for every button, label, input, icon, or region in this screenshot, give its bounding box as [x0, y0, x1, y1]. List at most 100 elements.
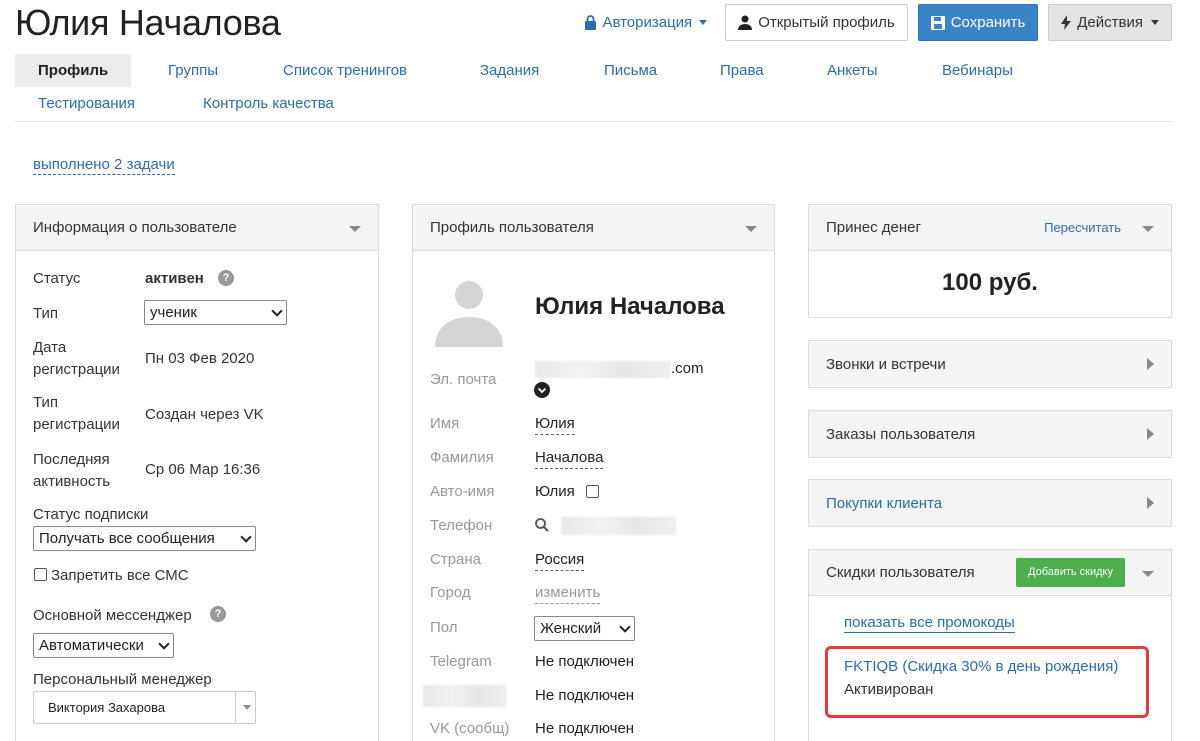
tab-profile[interactable]: Профиль	[15, 54, 132, 87]
type-select-value: ученик	[150, 304, 197, 321]
reg-date-value: Пн 03 Фев 2020	[145, 350, 255, 367]
panel-title: Заказы пользователя	[826, 425, 976, 443]
tab-tasks[interactable]: Задания	[457, 54, 562, 87]
last-name-value[interactable]: Началова	[535, 448, 604, 469]
collapse-icon	[745, 226, 757, 232]
user-icon	[738, 15, 753, 30]
tab-testing[interactable]: Тестирования	[15, 87, 158, 120]
manager-select-value: Виктория Захарова	[48, 700, 166, 715]
tabs-bar: Профиль Группы Список тренингов Задания …	[15, 54, 1172, 122]
gender-label: Пол	[430, 619, 458, 636]
open-profile-label: Открытый профиль	[758, 14, 895, 31]
search-icon[interactable]	[535, 518, 549, 532]
expand-icon	[1147, 428, 1154, 440]
tab-rights[interactable]: Права	[697, 54, 787, 87]
panel-title: Профиль пользователя	[430, 219, 594, 236]
subscription-label: Статус подписки	[33, 506, 149, 523]
calls-panel[interactable]: Звонки и встречи	[808, 340, 1172, 388]
first-name-value[interactable]: Юлия	[535, 414, 575, 435]
panel-title[interactable]: Покупки клиента	[826, 495, 942, 512]
page-title: Юлия Началова	[15, 2, 281, 43]
reg-type-label: Тип регистрации	[33, 394, 120, 433]
messenger-label: Основной мессенджер	[33, 607, 192, 624]
avatar-placeholder-icon	[430, 269, 508, 347]
money-panel: Принес денег Пересчитать 100 руб.	[808, 204, 1172, 318]
chevron-down-icon	[699, 20, 708, 25]
tab-groups[interactable]: Группы	[145, 54, 241, 87]
gender-select-value: Женский	[540, 620, 602, 637]
promo-status: Активирован	[844, 681, 934, 698]
reg-date-label: Дата регистрации	[33, 339, 120, 378]
chevron-down-icon	[158, 637, 170, 650]
profile-panel: Профиль пользователя Юлия Началова Эл. п…	[412, 204, 775, 741]
status-label: Статус	[33, 270, 81, 287]
country-label: Страна	[430, 551, 482, 568]
recalculate-link[interactable]: Пересчитать	[1044, 220, 1121, 235]
type-label: Тип	[33, 305, 59, 322]
last-activity-value[interactable]: Ср 06 Мар 16:36	[145, 459, 260, 481]
type-select[interactable]: ученик	[144, 300, 287, 325]
purchases-header[interactable]: Покупки клиента	[809, 480, 1171, 526]
chevron-circle-icon[interactable]	[534, 382, 550, 398]
auto-name-checkbox[interactable]	[586, 485, 599, 498]
discounts-header[interactable]: Скидки пользователя Добавить скидку	[809, 550, 1171, 596]
gender-select[interactable]: Женский	[534, 616, 635, 641]
panel-title: Информация о пользователе	[33, 219, 237, 236]
add-discount-button[interactable]: Добавить скидку	[1016, 558, 1125, 587]
manager-dropdown-toggle[interactable]	[235, 692, 251, 723]
discounts-panel: Скидки пользователя Добавить скидку пока…	[808, 549, 1172, 741]
help-icon[interactable]: ?	[210, 606, 226, 622]
tab-letters[interactable]: Письма	[581, 54, 680, 87]
telegram-label: Telegram	[430, 653, 492, 670]
last-activity-label: Последняя активность	[33, 451, 111, 490]
tab-trainings[interactable]: Список тренингов	[260, 54, 430, 87]
email-label: Эл. почта	[430, 371, 497, 388]
tasks-completed-link[interactable]: выполнено 2 задачи	[33, 156, 175, 175]
chevron-down-icon	[240, 530, 252, 543]
first-name-label: Имя	[430, 415, 460, 432]
bolt-icon	[1061, 15, 1072, 30]
city-label: Город	[430, 584, 471, 601]
tab-quality-control[interactable]: Контроль качества	[180, 87, 357, 120]
collapse-icon	[1142, 571, 1154, 577]
hidden-label-redacted	[423, 685, 507, 707]
panel-title: Принес денег	[826, 219, 921, 236]
profile-header[interactable]: Профиль пользователя	[413, 205, 774, 251]
orders-panel[interactable]: Заказы пользователя	[808, 410, 1172, 458]
country-value[interactable]: Россия	[535, 550, 585, 571]
auth-link[interactable]: Авторизация	[584, 14, 708, 31]
promo-code-link[interactable]: FKTIQB (Скидка 30% в день рождения)	[844, 658, 1118, 675]
tab-webinars[interactable]: Вебинары	[919, 54, 1036, 87]
vk-label: VK (сообщ)	[430, 720, 510, 737]
open-profile-button[interactable]: Открытый профиль	[725, 4, 908, 41]
email-redacted	[535, 361, 671, 378]
purchases-panel[interactable]: Покупки клиента	[808, 479, 1172, 527]
actions-label: Действия	[1077, 14, 1143, 31]
chevron-down-icon	[271, 304, 283, 317]
chevron-down-icon	[619, 620, 631, 633]
manager-select[interactable]: Виктория Захарова	[33, 691, 256, 724]
phone-label: Телефон	[430, 517, 493, 534]
subscription-select[interactable]: Получать все сообщения	[33, 526, 256, 551]
show-all-promocodes-link[interactable]: показать все промокоды	[844, 614, 1015, 633]
floppy-disk-icon	[930, 15, 945, 30]
help-icon[interactable]: ?	[218, 270, 234, 286]
save-button[interactable]: Сохранить	[917, 4, 1039, 41]
panel-title: Скидки пользователя	[826, 564, 975, 581]
actions-button[interactable]: Действия	[1048, 4, 1172, 41]
phone-redacted	[561, 517, 676, 535]
status-value: активен	[145, 270, 204, 287]
collapse-icon	[1142, 226, 1154, 232]
money-header[interactable]: Принес денег Пересчитать	[809, 205, 1171, 251]
messenger-select[interactable]: Автоматически	[33, 633, 174, 658]
tab-surveys[interactable]: Анкеты	[804, 54, 901, 87]
telegram-value: Не подключен	[535, 653, 635, 670]
calls-header[interactable]: Звонки и встречи	[809, 341, 1171, 387]
top-actions: Авторизация Открытый профиль Сохранить Д…	[584, 4, 1172, 41]
sms-checkbox[interactable]	[34, 568, 47, 581]
subscription-select-value: Получать все сообщения	[39, 530, 215, 547]
orders-header[interactable]: Заказы пользователя	[809, 411, 1171, 457]
city-change-link[interactable]: изменить	[535, 583, 601, 604]
money-value: 100 руб.	[942, 269, 1038, 296]
user-info-header[interactable]: Информация о пользователе	[16, 205, 378, 251]
